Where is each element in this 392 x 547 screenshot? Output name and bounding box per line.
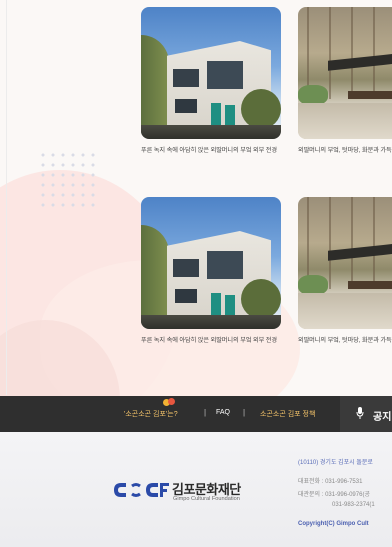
gallery-card[interactable]: 외딸머니의 부엌, 텃마당, 화분과 가득하다 [298,7,392,156]
page: 푸른 녹지 속에 아담히 앉은 외딸머니의 부엌 외부 전경 외딸머니의 부엌,… [0,0,392,547]
badge-icon [163,398,175,407]
gallery-card[interactable]: 외딸머니의 부엌, 텃마당, 화분과 가득하다 [298,197,392,346]
footer-address: (10110) 경기도 김포시 돌문로 [298,460,373,466]
forest-patio-photo[interactable] [298,197,392,329]
forest-patio-photo[interactable] [298,7,392,139]
house-photo[interactable] [141,7,281,139]
footer-nav: '소곤소곤 김포'는? | FAQ | 소곤소곤 김포 정책 [0,396,392,432]
card-caption: 푸른 녹지 속에 아담히 앉은 외딸머니의 부엌 외부 전경 [141,337,277,344]
divider: | [243,408,246,417]
footer-phone: 대표전화 : 031-996-7531 [298,479,363,485]
footer-copyright: Copyright(C) Gimpo Cult [298,521,369,527]
policy-link[interactable]: 소곤소곤 김포 정책 [260,409,315,419]
gallery-card[interactable]: 푸른 녹지 속에 아담히 앉은 외딸머니의 부엌 외부 전경 [141,7,281,156]
divider [6,0,7,395]
footer-rental-2: 031-983-2374(1 [332,502,375,508]
announce-label[interactable]: 공지 [373,408,391,423]
card-caption: 외딸머니의 부엌, 텃마당, 화분과 가득하다 [298,147,392,154]
foundation-logo[interactable]: 김포문화재단 Gimpo Cultural Foundation [112,476,262,506]
house-photo[interactable] [141,197,281,329]
microphone-icon [356,407,364,419]
faq-link[interactable]: FAQ [216,409,230,416]
decorative-dot-grid [38,150,98,210]
divider: | [204,408,207,417]
card-caption: 푸른 녹지 속에 아담히 앉은 외딸머니의 부엌 외부 전경 [141,147,277,154]
gallery-card[interactable]: 푸른 녹지 속에 아담히 앉은 외딸머니의 부엌 외부 전경 [141,197,281,346]
gcf-logo-mark [114,483,169,497]
card-caption: 외딸머니의 부엌, 텃마당, 화분과 가득하다 [298,337,392,344]
logo-name-en: Gimpo Cultural Foundation [173,496,240,502]
about-link[interactable]: '소곤소곤 김포'는? [124,409,178,419]
footer-rental: 대관문의 : 031-996-0976(공 [298,492,370,498]
